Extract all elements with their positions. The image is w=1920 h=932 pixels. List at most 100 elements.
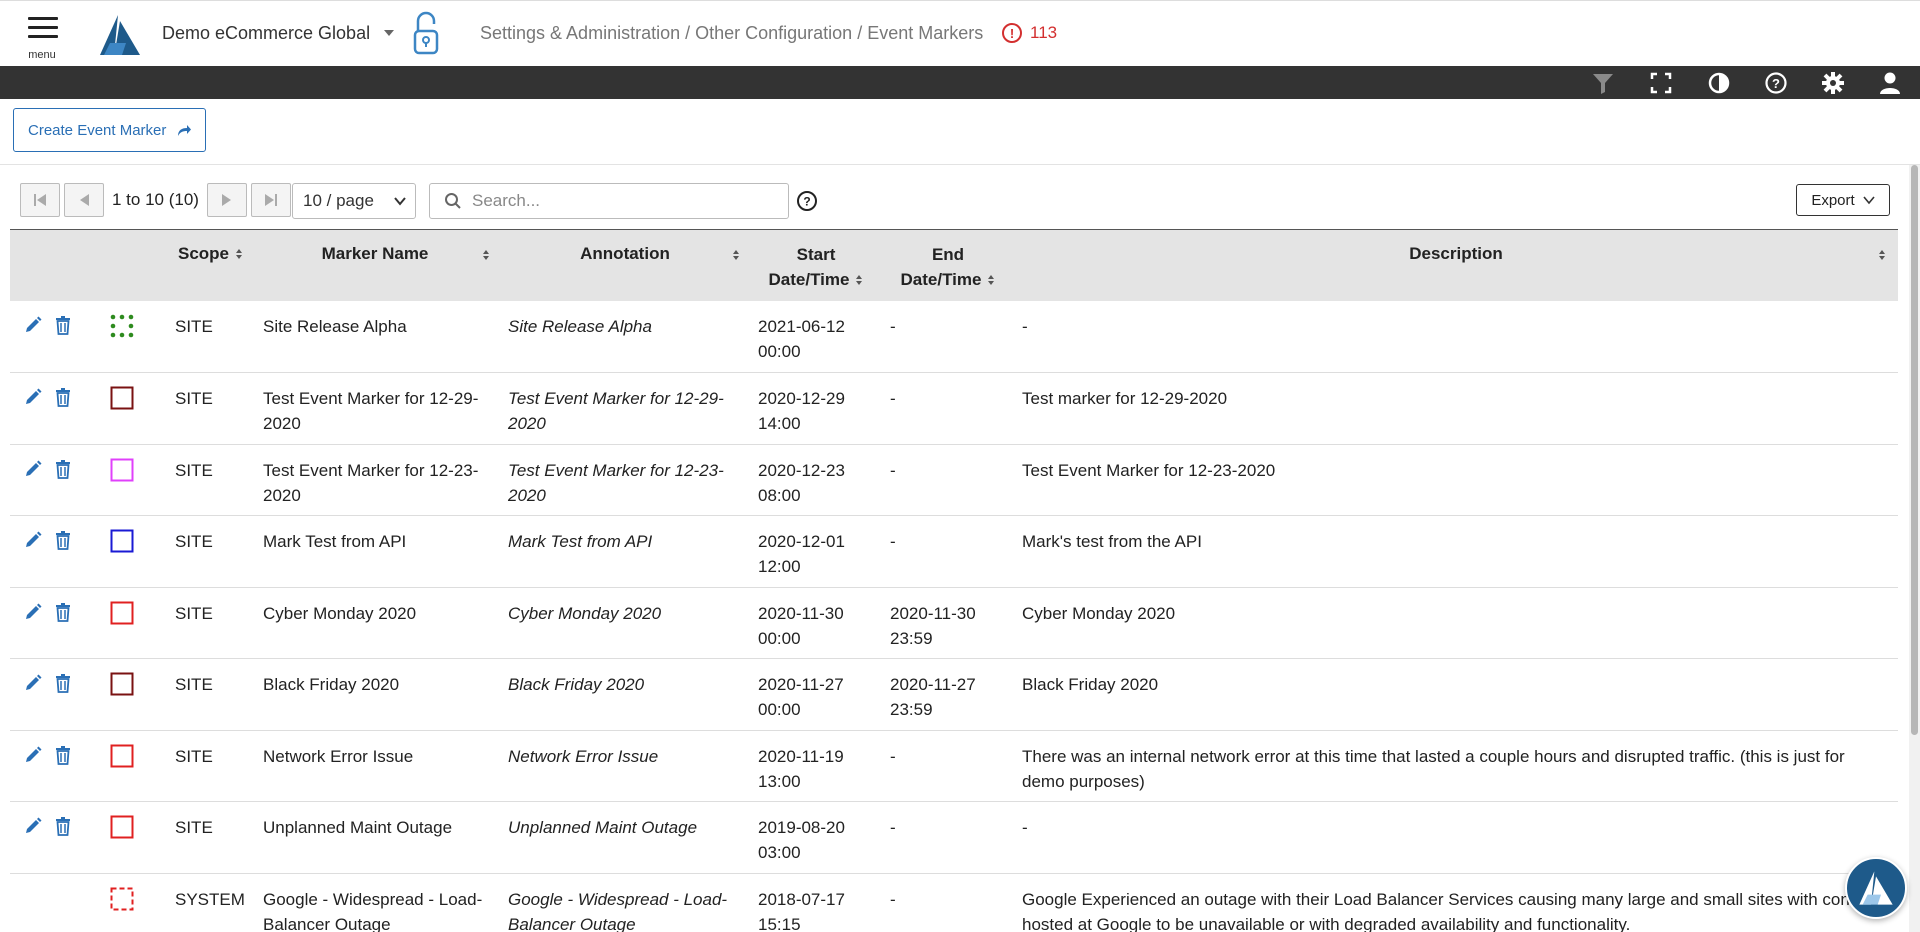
edit-icon[interactable]	[22, 601, 44, 623]
description-header-label: Description	[1409, 244, 1503, 263]
delete-icon[interactable]	[52, 601, 74, 623]
filter-icon[interactable]	[1590, 70, 1616, 96]
edit-icon[interactable]	[22, 314, 44, 336]
export-button[interactable]: Export	[1796, 184, 1890, 216]
sort-icon	[732, 246, 740, 266]
create-event-marker-button[interactable]: Create Event Marker	[13, 108, 206, 152]
start-date: 2020-11-30	[758, 603, 844, 623]
search-help-icon[interactable]: ?	[796, 190, 818, 212]
end-header-line2: Date/Time	[900, 270, 982, 289]
end-time: 23:59	[890, 628, 933, 648]
previous-page-button[interactable]	[64, 183, 104, 217]
end-date: -	[890, 818, 896, 837]
edit-icon[interactable]	[22, 458, 44, 480]
event-markers-table: Scope Marker Name Annotation Start Date/…	[10, 229, 1898, 932]
edit-icon[interactable]	[22, 815, 44, 837]
alert-icon: !	[1002, 23, 1022, 43]
annotation-cell: Test Event Marker for 12-29-2020	[500, 372, 750, 445]
help-icon[interactable]: ?	[1763, 70, 1789, 96]
last-page-button[interactable]	[250, 183, 291, 217]
table-row: SITE Black Friday 2020 Black Friday 2020 20…	[10, 658, 1898, 731]
marker-name-header[interactable]: Marker Name	[250, 230, 500, 301]
marker-color-swatch	[110, 601, 134, 624]
annotation-cell: Unplanned Maint Outage	[500, 801, 750, 874]
delete-icon[interactable]	[52, 386, 74, 408]
annotation-cell: Cyber Monday 2020	[500, 587, 750, 659]
row-actions	[10, 372, 100, 445]
end-date: -	[890, 532, 896, 551]
marker-color-swatch	[110, 887, 134, 910]
marker-color-swatch	[110, 529, 134, 553]
previous-page-icon	[80, 194, 89, 206]
end-date: -	[890, 389, 896, 408]
next-page-button[interactable]	[206, 183, 247, 217]
table-row: SITE Site Release Alpha Site Release Alpha…	[10, 301, 1898, 373]
start-datetime-cell: 2020-11-19 13:00	[750, 730, 882, 802]
user-icon[interactable]	[1877, 70, 1903, 96]
settings-icon[interactable]	[1820, 70, 1846, 96]
row-actions	[10, 658, 100, 731]
alerts-indicator[interactable]: ! 113	[1002, 23, 1057, 43]
color-swatch-cell	[100, 372, 162, 445]
annotation-cell: Test Event Marker for 12-23-2020	[500, 444, 750, 516]
marker-name-cell: Unplanned Maint Outage	[250, 801, 500, 874]
scope-header[interactable]: Scope	[162, 230, 250, 301]
start-datetime-header[interactable]: Start Date/Time	[750, 230, 882, 301]
table-row: SITE Network Error Issue Network Error Iss…	[10, 730, 1898, 802]
first-page-button[interactable]	[20, 183, 60, 217]
unlock-icon[interactable]	[410, 11, 444, 57]
fullscreen-icon[interactable]	[1648, 70, 1674, 96]
delete-icon[interactable]	[52, 458, 74, 480]
marker-name-cell: Network Error Issue	[250, 730, 500, 802]
start-time: 00:00	[758, 628, 801, 648]
end-datetime-cell: 2020-11-30 23:59	[882, 587, 1014, 659]
delete-icon[interactable]	[52, 744, 74, 766]
share-arrow-icon	[178, 125, 192, 136]
end-datetime-cell: -	[882, 801, 1014, 874]
delete-icon[interactable]	[52, 672, 74, 694]
end-datetime-header[interactable]: End Date/Time	[882, 230, 1014, 301]
assistant-logo-button[interactable]	[1845, 857, 1907, 919]
vertical-scrollbar[interactable]	[1909, 165, 1920, 932]
description-cell: Test Event Marker for 12-23-2020	[1014, 444, 1898, 516]
table-row: SITE Cyber Monday 2020 Cyber Monday 2020 20…	[10, 587, 1898, 659]
description-header[interactable]: Description	[1014, 230, 1898, 301]
table-row: SYSTEM Google - Widespread - Load-Balance…	[10, 873, 1898, 932]
edit-icon[interactable]	[22, 386, 44, 408]
start-time: 03:00	[758, 843, 801, 862]
search-box	[429, 183, 789, 219]
edit-icon[interactable]	[22, 744, 44, 766]
row-actions	[10, 515, 100, 588]
end-date: 2020-11-30	[890, 603, 976, 623]
search-input[interactable]	[472, 191, 772, 211]
color-swatch-cell	[100, 730, 162, 802]
marker-color-swatch	[110, 744, 134, 767]
end-date: -	[890, 746, 896, 766]
edit-icon[interactable]	[22, 672, 44, 694]
menu-button[interactable]: menu	[22, 13, 62, 61]
scope-cell: SITE	[162, 658, 250, 731]
delete-icon[interactable]	[52, 815, 74, 837]
scrollbar-thumb[interactable]	[1911, 165, 1918, 735]
end-time: 23:59	[890, 700, 933, 719]
end-datetime-cell: -	[882, 730, 1014, 802]
delete-icon[interactable]	[52, 529, 74, 551]
org-dropdown-chevron-icon[interactable]	[382, 26, 396, 40]
pagination: 1 to 10 (10)	[20, 183, 295, 217]
annotation-header[interactable]: Annotation	[500, 230, 750, 301]
scope-header-label: Scope	[178, 244, 230, 263]
start-date: 2021-06-12	[758, 317, 845, 336]
edit-icon[interactable]	[22, 529, 44, 551]
chevron-down-icon	[394, 197, 406, 206]
hamburger-bar	[28, 35, 58, 38]
marker-name-cell: Site Release Alpha	[250, 301, 500, 373]
contrast-icon[interactable]	[1706, 70, 1732, 96]
row-actions	[10, 444, 100, 516]
delete-icon[interactable]	[52, 314, 74, 336]
description-cell: Test marker for 12-29-2020	[1014, 372, 1898, 445]
page-size-select[interactable]: 10 / page	[292, 183, 416, 219]
sort-icon	[482, 246, 490, 266]
description-cell: Cyber Monday 2020	[1014, 587, 1898, 659]
start-datetime-cell: 2020-12-01 12:00	[750, 515, 882, 588]
annotation-header-label: Annotation	[580, 244, 670, 263]
